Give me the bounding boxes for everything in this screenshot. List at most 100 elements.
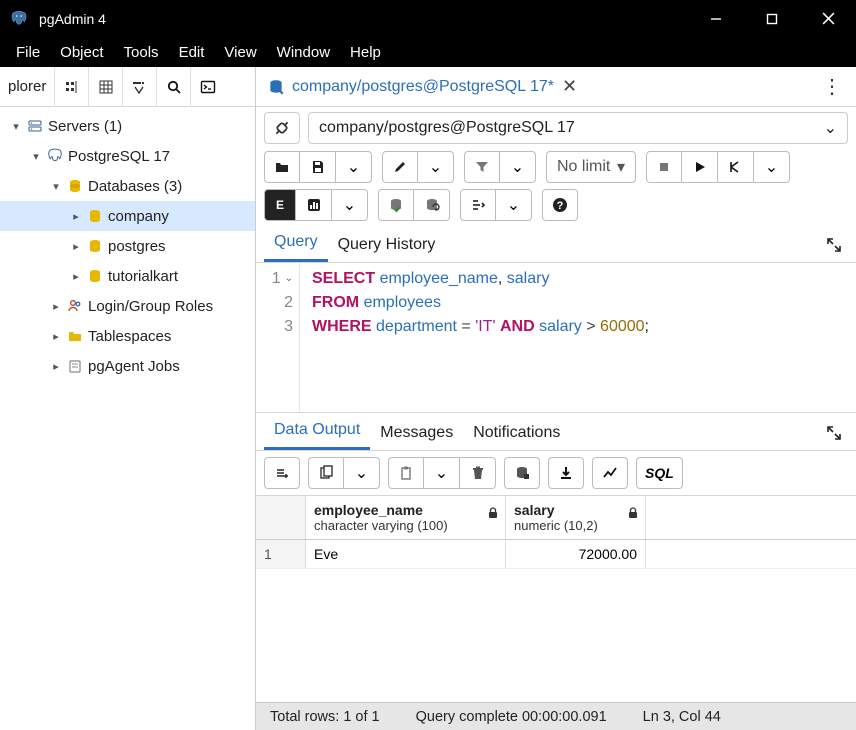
tree-db-company[interactable]: ▸ company bbox=[0, 201, 255, 231]
grid-row[interactable]: 1 Eve 72000.00 bbox=[256, 540, 856, 569]
servers-icon bbox=[24, 118, 46, 134]
explain-analyze-button[interactable] bbox=[296, 189, 332, 221]
editor-gutter: 1⌄ 2 3 bbox=[256, 263, 300, 412]
limit-label: No limit bbox=[557, 158, 610, 176]
explorer-toolbar: plorer bbox=[0, 67, 255, 107]
editor-code[interactable]: SELECT employee_name, salary FROM employ… bbox=[300, 263, 649, 412]
svg-text:?: ? bbox=[557, 200, 564, 212]
elephant-icon bbox=[44, 148, 66, 164]
menu-file[interactable]: File bbox=[6, 40, 50, 65]
explain-button[interactable] bbox=[718, 151, 754, 183]
paste-dropdown[interactable]: ⌄ bbox=[424, 457, 460, 489]
window-minimize-button[interactable] bbox=[688, 0, 744, 37]
grid-corner bbox=[256, 496, 306, 539]
tab-query[interactable]: Query bbox=[264, 225, 328, 262]
caret-down-icon: ▾ bbox=[617, 157, 625, 177]
menu-tools[interactable]: Tools bbox=[114, 40, 169, 65]
tab-notifications[interactable]: Notifications bbox=[463, 416, 570, 450]
tree-pgagent[interactable]: ▸ pgAgent Jobs bbox=[0, 351, 255, 381]
tree-postgresql[interactable]: ▾ PostgreSQL 17 bbox=[0, 141, 255, 171]
window-titlebar: pgAdmin 4 bbox=[0, 0, 856, 37]
caret-right-icon[interactable]: ▸ bbox=[68, 210, 84, 223]
result-grid[interactable]: employee_name character varying (100) sa… bbox=[256, 496, 856, 702]
tab-data-output[interactable]: Data Output bbox=[264, 413, 370, 450]
tree-tablespaces[interactable]: ▸ Tablespaces bbox=[0, 321, 255, 351]
copy-button[interactable] bbox=[308, 457, 344, 489]
explain-dropdown[interactable]: ⌄ bbox=[332, 189, 368, 221]
connection-text: company/postgres@PostgreSQL 17 bbox=[319, 119, 575, 137]
edit-button[interactable] bbox=[382, 151, 418, 183]
menu-help[interactable]: Help bbox=[340, 40, 391, 65]
stop-button[interactable] bbox=[646, 151, 682, 183]
file-tab-label[interactable]: company/postgres@PostgreSQL 17* bbox=[290, 78, 554, 96]
tree-label: company bbox=[106, 208, 169, 225]
menu-edit[interactable]: Edit bbox=[169, 40, 215, 65]
save-data-button[interactable] bbox=[504, 457, 540, 489]
caret-right-icon[interactable]: ▸ bbox=[68, 270, 84, 283]
menu-object[interactable]: Object bbox=[50, 40, 113, 65]
cell-employee-name[interactable]: Eve bbox=[306, 540, 506, 568]
connection-status-icon[interactable] bbox=[264, 112, 300, 144]
delete-row-button[interactable] bbox=[460, 457, 496, 489]
macros-button[interactable] bbox=[460, 189, 496, 221]
window-maximize-button[interactable] bbox=[744, 0, 800, 37]
caret-down-icon[interactable]: ▾ bbox=[48, 180, 64, 193]
paste-button[interactable] bbox=[388, 457, 424, 489]
filter-dropdown[interactable]: ⌄ bbox=[500, 151, 536, 183]
execute-dropdown[interactable]: ⌄ bbox=[754, 151, 790, 183]
caret-right-icon[interactable]: ▸ bbox=[48, 300, 64, 313]
rollback-button[interactable] bbox=[414, 189, 450, 221]
copy-dropdown[interactable]: ⌄ bbox=[344, 457, 380, 489]
expand-icon[interactable] bbox=[820, 421, 848, 450]
tree-label: postgres bbox=[106, 238, 166, 255]
explorer-filter-icon[interactable] bbox=[122, 67, 156, 107]
column-header-employee-name[interactable]: employee_name character varying (100) bbox=[306, 496, 506, 539]
explain-e-button[interactable]: E bbox=[264, 189, 296, 221]
download-button[interactable] bbox=[548, 457, 584, 489]
open-file-button[interactable] bbox=[264, 151, 300, 183]
commit-button[interactable] bbox=[378, 189, 414, 221]
limit-dropdown[interactable]: No limit ▾ bbox=[546, 151, 636, 183]
menu-window[interactable]: Window bbox=[267, 40, 340, 65]
status-bar: Total rows: 1 of 1 Query complete 00:00:… bbox=[256, 702, 856, 730]
explorer-psql-icon[interactable] bbox=[190, 67, 224, 107]
cell-salary[interactable]: 72000.00 bbox=[506, 540, 646, 568]
sql-button[interactable]: SQL bbox=[636, 457, 683, 489]
save-button[interactable] bbox=[300, 151, 336, 183]
users-icon bbox=[64, 298, 86, 314]
window-close-button[interactable] bbox=[800, 0, 856, 37]
explorer-grid-icon[interactable] bbox=[88, 67, 122, 107]
tree-db-postgres[interactable]: ▸ postgres bbox=[0, 231, 255, 261]
macros-dropdown[interactable]: ⌄ bbox=[496, 189, 532, 221]
filter-button[interactable] bbox=[464, 151, 500, 183]
caret-right-icon[interactable]: ▸ bbox=[48, 360, 64, 373]
caret-down-icon[interactable]: ▾ bbox=[8, 120, 24, 133]
caret-down-icon[interactable]: ▾ bbox=[28, 150, 44, 163]
sql-editor[interactable]: 1⌄ 2 3 SELECT employee_name, salary FROM… bbox=[256, 263, 856, 413]
explorer-search-icon[interactable] bbox=[156, 67, 190, 107]
explorer-properties-icon[interactable] bbox=[54, 67, 88, 107]
tree-servers[interactable]: ▾ Servers (1) bbox=[0, 111, 255, 141]
menu-view[interactable]: View bbox=[214, 40, 266, 65]
edit-dropdown[interactable]: ⌄ bbox=[418, 151, 454, 183]
caret-right-icon[interactable]: ▸ bbox=[48, 330, 64, 343]
tree-databases[interactable]: ▾ Databases (3) bbox=[0, 171, 255, 201]
connection-dropdown[interactable]: company/postgres@PostgreSQL 17 ⌄ bbox=[308, 112, 848, 144]
graph-button[interactable] bbox=[592, 457, 628, 489]
lock-icon bbox=[627, 506, 639, 522]
save-dropdown[interactable]: ⌄ bbox=[336, 151, 372, 183]
tree-label: Tablespaces bbox=[86, 328, 171, 345]
add-row-button[interactable] bbox=[264, 457, 300, 489]
expand-icon[interactable] bbox=[820, 233, 848, 262]
database-icon bbox=[84, 268, 106, 284]
tab-kebab-icon[interactable]: ⋮ bbox=[814, 74, 850, 99]
tree-login-roles[interactable]: ▸ Login/Group Roles bbox=[0, 291, 255, 321]
tree-db-tutorialkart[interactable]: ▸ tutorialkart bbox=[0, 261, 255, 291]
caret-right-icon[interactable]: ▸ bbox=[68, 240, 84, 253]
execute-button[interactable] bbox=[682, 151, 718, 183]
tab-query-history[interactable]: Query History bbox=[328, 228, 446, 262]
help-button[interactable]: ? bbox=[542, 189, 578, 221]
column-header-salary[interactable]: salary numeric (10,2) bbox=[506, 496, 646, 539]
tab-messages[interactable]: Messages bbox=[370, 416, 463, 450]
tab-close-icon[interactable]: ✕ bbox=[562, 76, 577, 97]
